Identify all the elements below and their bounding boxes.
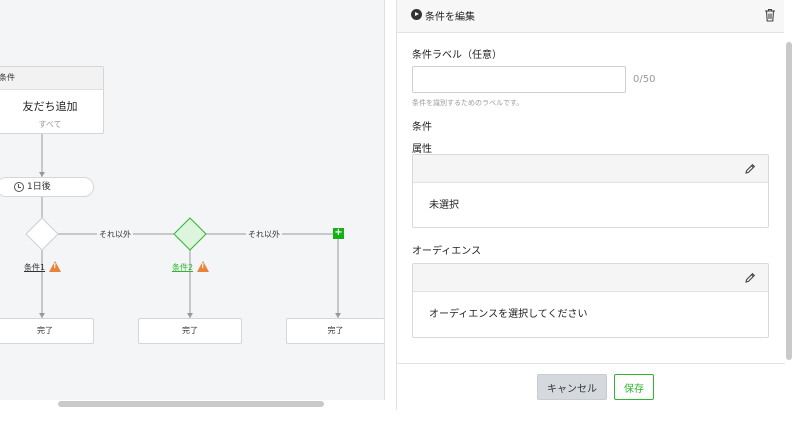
cancel-button[interactable]: キャンセル (537, 374, 607, 400)
delay-node[interactable]: 1日後 (0, 177, 94, 197)
label-char-counter: 0/50 (633, 74, 656, 85)
attribute-title: 属性 (412, 144, 432, 155)
end-node-3[interactable]: 完了 (286, 318, 384, 344)
trigger-node-subtitle: すべて (38, 120, 62, 129)
condition-2-label: 条件2 (172, 263, 194, 272)
panel-vertical-scrollbar[interactable] (786, 42, 792, 360)
edit-condition-panel: 条件を編集 条件ラベル（任意） 0/50 条件を識別するためのラベルです。 条件… (396, 0, 785, 410)
end-node-1[interactable]: 完了 (0, 318, 94, 344)
attribute-box-header (413, 155, 768, 183)
panel-footer: キャンセル 保存 (397, 363, 785, 410)
plus-icon: + (334, 227, 343, 238)
panel-title: 条件を編集 (425, 12, 475, 23)
else-branch-label-1: それ以外 (97, 229, 133, 240)
trigger-node-title: 友だち追加 (22, 100, 78, 113)
panel-header: 条件を編集 (397, 0, 784, 33)
delay-label: 1日後 (27, 182, 51, 192)
condition-1-link[interactable]: 条件1 (24, 261, 62, 273)
trash-icon[interactable] (764, 8, 776, 22)
condition-1-diamond (25, 217, 59, 251)
trigger-node[interactable]: 条件 友だち追加 すべて (0, 66, 104, 134)
condition-label-input[interactable] (412, 66, 626, 93)
label-hint: 条件を識別するためのラベルです。 (412, 99, 524, 107)
attribute-box: 未選択 (412, 154, 769, 228)
trigger-node-header: 条件 (0, 67, 103, 90)
add-branch-button[interactable]: + (333, 228, 344, 239)
condition-2-link[interactable]: 条件2 (172, 261, 210, 273)
label-field-title: 条件ラベル（任意） (412, 50, 502, 61)
warning-icon (197, 261, 210, 272)
else-branch-label-2: それ以外 (246, 229, 282, 240)
flow-canvas[interactable]: 条件 友だち追加 すべて 1日後 それ以外 それ以外 条件1 条件2 + 完了 … (0, 0, 385, 400)
audience-value: オーディエンスを選択してください (429, 309, 588, 320)
condition-2-diamond (173, 217, 207, 251)
canvas-horizontal-scrollbar[interactable] (58, 401, 324, 407)
attribute-value: 未選択 (429, 200, 459, 211)
audience-box-header (413, 264, 768, 292)
pencil-icon[interactable] (744, 163, 756, 175)
audience-box: オーディエンスを選択してください (412, 263, 769, 338)
condition-1-label: 条件1 (24, 263, 46, 272)
end-node-2[interactable]: 完了 (138, 318, 242, 344)
save-button[interactable]: 保存 (614, 374, 654, 400)
warning-icon (49, 261, 62, 272)
pencil-icon[interactable] (744, 272, 756, 284)
clock-icon (14, 182, 24, 192)
conditions-section-title: 条件 (412, 122, 432, 133)
play-icon (411, 9, 422, 20)
audience-title: オーディエンス (412, 246, 482, 257)
